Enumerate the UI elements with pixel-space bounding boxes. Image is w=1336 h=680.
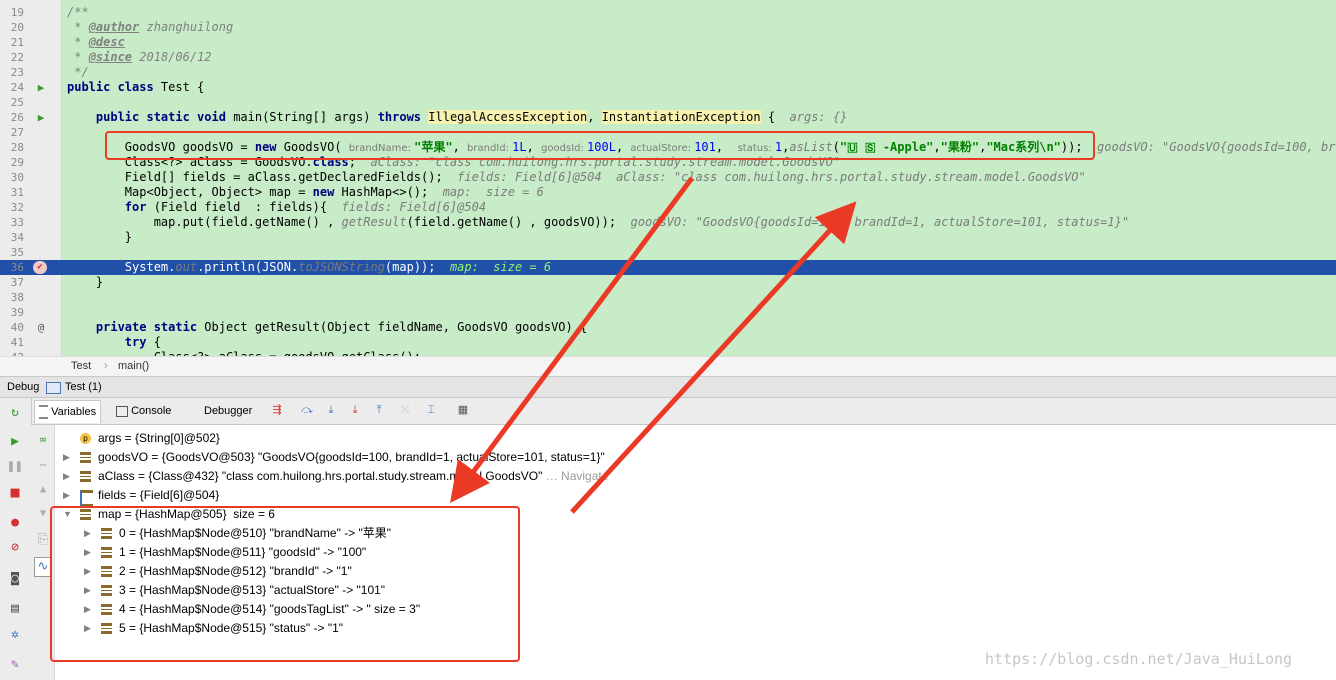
arrow-down (450, 176, 695, 504)
arrow-up (570, 201, 857, 514)
annotation-arrows (450, 176, 857, 514)
watermark: https://blog.csdn.net/Java_HuiLong (985, 650, 1293, 668)
